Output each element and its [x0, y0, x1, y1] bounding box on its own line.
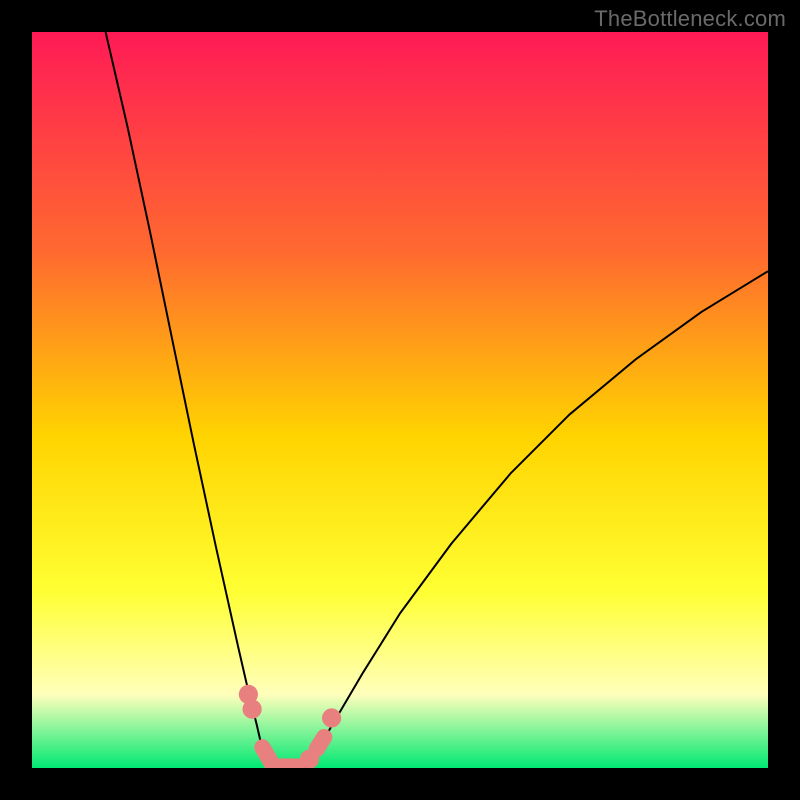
gradient-bg [32, 32, 768, 768]
marker-pill [317, 737, 324, 749]
marker-dot [243, 700, 262, 719]
plot-area [32, 32, 768, 768]
marker-pill [262, 747, 272, 763]
watermark-text: TheBottleneck.com [594, 6, 786, 32]
chart-svg [32, 32, 768, 768]
marker-dot [322, 708, 341, 727]
chart-frame: TheBottleneck.com [0, 0, 800, 800]
